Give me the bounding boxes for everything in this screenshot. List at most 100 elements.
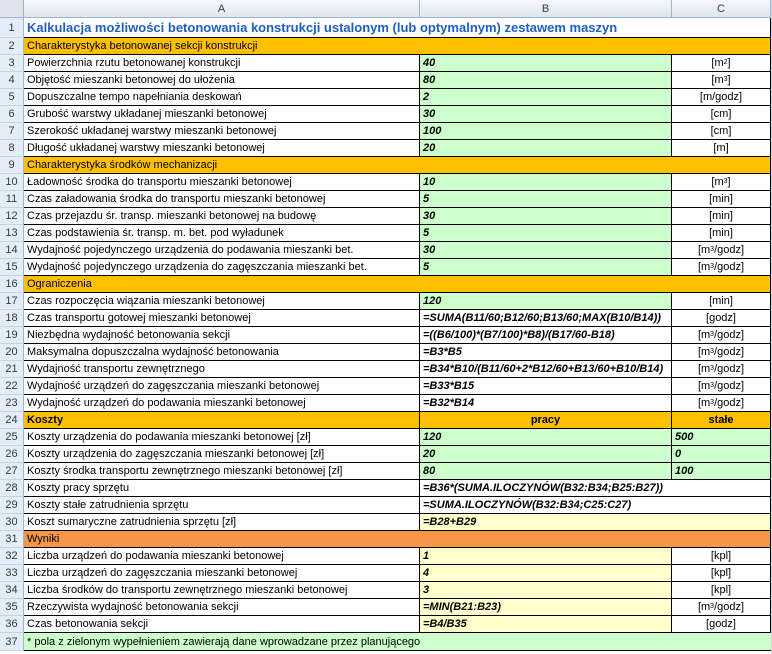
- row-header[interactable]: 35: [0, 599, 24, 616]
- row-header[interactable]: 6: [0, 106, 24, 123]
- cell-c-unit[interactable]: [m 3/godz]: [672, 361, 771, 378]
- cell-b[interactable]: 5: [420, 225, 672, 242]
- cell-a[interactable]: Koszty pracy sprzętu: [24, 480, 420, 497]
- cell-a[interactable]: Rzeczywista wydajność betonowania sekcji: [24, 599, 420, 616]
- cell-b[interactable]: 10: [420, 174, 672, 191]
- cell-a[interactable]: Koszty stałe zatrudnienia sprzętu: [24, 497, 420, 514]
- row-header[interactable]: 21: [0, 361, 24, 378]
- row-header[interactable]: 17: [0, 293, 24, 310]
- row-header[interactable]: 15: [0, 259, 24, 276]
- row-header[interactable]: 2: [0, 38, 24, 55]
- row-header[interactable]: 33: [0, 565, 24, 582]
- cell-c-unit[interactable]: [m 3]: [672, 174, 771, 191]
- cell-a[interactable]: Dopuszczalne tempo napełniania deskowań: [24, 89, 420, 106]
- cell-c-unit[interactable]: [cm]: [672, 123, 771, 140]
- cell-c[interactable]: 100: [672, 463, 771, 480]
- row-header[interactable]: 11: [0, 191, 24, 208]
- cell-b[interactable]: =SUMA(B11/60;B12/60;B13/60;MAX(B10/B14)): [420, 310, 672, 327]
- cell-c-unit[interactable]: [m 3/godz]: [672, 378, 771, 395]
- cell-c-unit[interactable]: [m 3/godz]: [672, 259, 771, 276]
- cell-b[interactable]: =((B6/100)*(B7/100)*B8)/(B17/60-B18): [420, 327, 672, 344]
- row-header[interactable]: 31: [0, 531, 24, 548]
- select-all-corner[interactable]: [0, 0, 24, 18]
- row-header[interactable]: 8: [0, 140, 24, 157]
- cell-b-merged[interactable]: =SUMA.ILOCZYNÓW(B32:B34;C25:C27): [420, 497, 771, 514]
- cell-a[interactable]: Czas przejazdu śr. transp. mieszanki bet…: [24, 208, 420, 225]
- sheet-title[interactable]: Kalkulacja możliwości betonowania konstr…: [24, 18, 771, 38]
- cell-c-unit[interactable]: [kpl]: [672, 548, 771, 565]
- cell-a[interactable]: Wydajność urządzeń do podawania mieszank…: [24, 395, 420, 412]
- row-header[interactable]: 19: [0, 327, 24, 344]
- cell-b-merged[interactable]: =B36*(SUMA.ILOCZYNÓW(B32:B34;B25:B27)): [420, 480, 771, 497]
- cell-a[interactable]: Czas rozpoczęcia wiązania mieszanki beto…: [24, 293, 420, 310]
- cell-c-unit[interactable]: [min]: [672, 225, 771, 242]
- cell-c[interactable]: stałe: [672, 412, 771, 429]
- cell-a[interactable]: Długość układanej warstwy mieszanki beto…: [24, 140, 420, 157]
- cell-a[interactable]: Wydajność urządzeń do zagęszczania miesz…: [24, 378, 420, 395]
- cell-c-unit[interactable]: [min]: [672, 191, 771, 208]
- cell-c-unit[interactable]: [min]: [672, 208, 771, 225]
- cell-c-unit[interactable]: [m 3]: [672, 72, 771, 89]
- row-header[interactable]: 3: [0, 55, 24, 72]
- cell-b[interactable]: =B34*B10/(B11/60+2*B12/60+B13/60+B10/B14…: [420, 361, 672, 378]
- cell-b[interactable]: 3: [420, 582, 672, 599]
- row-header[interactable]: 9: [0, 157, 24, 174]
- cell-b-merged[interactable]: =B28+B29: [420, 514, 771, 531]
- cell-a[interactable]: Czas podstawienia śr. transp. m. bet. po…: [24, 225, 420, 242]
- cell-b[interactable]: 30: [420, 242, 672, 259]
- cell-b[interactable]: 30: [420, 106, 672, 123]
- cell-b[interactable]: =B3*B5: [420, 344, 672, 361]
- row-header[interactable]: 27: [0, 463, 24, 480]
- row-header[interactable]: 1: [0, 18, 24, 38]
- row-header[interactable]: 37: [0, 633, 24, 651]
- row-header[interactable]: 22: [0, 378, 24, 395]
- cell-a[interactable]: Wydajność pojedynczego urządzenia do pod…: [24, 242, 420, 259]
- row-header[interactable]: 12: [0, 208, 24, 225]
- cell-b[interactable]: 20: [420, 446, 672, 463]
- row-header[interactable]: 20: [0, 344, 24, 361]
- row-header[interactable]: 28: [0, 480, 24, 497]
- row-header[interactable]: 24: [0, 412, 24, 429]
- cell-c[interactable]: 0: [672, 446, 771, 463]
- cell-c-unit[interactable]: [m 3/godz]: [672, 242, 771, 259]
- cell-a[interactable]: Czas betonowania sekcji: [24, 616, 420, 633]
- row-header[interactable]: 25: [0, 429, 24, 446]
- row-header[interactable]: 32: [0, 548, 24, 565]
- cell-b[interactable]: 80: [420, 463, 672, 480]
- cell-b[interactable]: 30: [420, 208, 672, 225]
- cell-a[interactable]: Czas załadowania środka do transportu mi…: [24, 191, 420, 208]
- cell-c-unit[interactable]: [min]: [672, 293, 771, 310]
- cell-a[interactable]: Ładowność środka do transportu mieszanki…: [24, 174, 420, 191]
- cell-c-unit[interactable]: [m 3/godz]: [672, 344, 771, 361]
- footnote-cell[interactable]: * pola z zielonym wypełnieniem zawierają…: [24, 633, 771, 651]
- cell-a[interactable]: Czas transportu gotowej mieszanki betono…: [24, 310, 420, 327]
- row-header[interactable]: 36: [0, 616, 24, 633]
- section-header[interactable]: Charakterystyka betonowanej sekcji konst…: [24, 38, 771, 55]
- column-header-a[interactable]: A: [24, 0, 420, 18]
- cell-b[interactable]: =B32*B14: [420, 395, 672, 412]
- row-header[interactable]: 14: [0, 242, 24, 259]
- row-header[interactable]: 23: [0, 395, 24, 412]
- row-header[interactable]: 26: [0, 446, 24, 463]
- cell-b[interactable]: =MIN(B21:B23): [420, 599, 672, 616]
- column-header-b[interactable]: B: [420, 0, 672, 18]
- cell-a[interactable]: Koszty środka transportu zewnętrznego mi…: [24, 463, 420, 480]
- cell-b[interactable]: pracy: [420, 412, 672, 429]
- cell-c-unit[interactable]: [cm]: [672, 106, 771, 123]
- cell-a[interactable]: Grubość warstwy układanej mieszanki beto…: [24, 106, 420, 123]
- cell-a[interactable]: Szerokość układanej warstwy mieszanki be…: [24, 123, 420, 140]
- row-header[interactable]: 4: [0, 72, 24, 89]
- cell-a[interactable]: Wydajność transportu zewnętrznego: [24, 361, 420, 378]
- cell-c[interactable]: 500: [672, 429, 771, 446]
- cell-a[interactable]: Liczba urządzeń do zagęszczania mieszank…: [24, 565, 420, 582]
- cell-b[interactable]: =B4/B35: [420, 616, 672, 633]
- row-header[interactable]: 16: [0, 276, 24, 293]
- cell-a[interactable]: Maksymalna dopuszczalna wydajność betono…: [24, 344, 420, 361]
- cell-b[interactable]: 120: [420, 293, 672, 310]
- cell-c-unit[interactable]: [m/godz]: [672, 89, 771, 106]
- cell-b[interactable]: 1: [420, 548, 672, 565]
- cell-b[interactable]: 5: [420, 259, 672, 276]
- cell-a[interactable]: Liczba urządzeń do podawania mieszanki b…: [24, 548, 420, 565]
- cell-c-unit[interactable]: [godz]: [672, 310, 771, 327]
- cell-a[interactable]: Koszty urządzenia do podawania mieszanki…: [24, 429, 420, 446]
